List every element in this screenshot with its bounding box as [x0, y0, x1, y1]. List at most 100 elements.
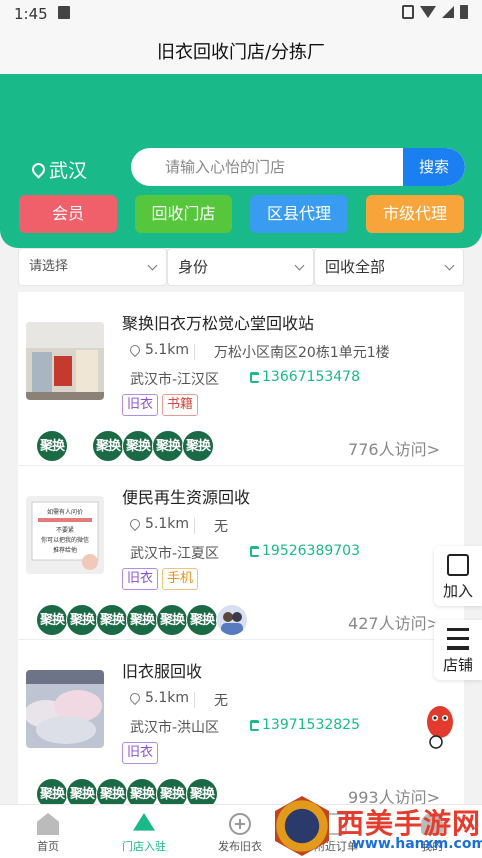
member-badge: 聚换	[152, 430, 184, 462]
store-region: 武汉市-江夏区	[130, 546, 220, 562]
wifi-icon	[420, 6, 436, 18]
store-name: 旧衣服回收	[122, 662, 203, 681]
tag: 旧衣	[122, 742, 159, 764]
mascot-icon[interactable]	[420, 700, 460, 750]
store-phone[interactable]: 19526389703	[250, 543, 360, 559]
status-bar: 1:45	[0, 0, 482, 28]
member-badge: 聚换	[186, 778, 218, 804]
phone-number: 13971532825	[262, 717, 360, 733]
shop-float-button[interactable]: 店铺	[434, 620, 482, 680]
thumb-text: 推荐给他	[53, 546, 77, 554]
join-label: 加入	[442, 582, 473, 600]
phone-icon	[250, 545, 259, 557]
city-label: 武汉	[49, 160, 88, 182]
member-badge: 聚换	[156, 604, 188, 636]
join-float-button[interactable]: 加入	[434, 546, 482, 606]
location-pin-icon	[127, 516, 143, 532]
store-tags: 旧衣	[122, 742, 159, 764]
store-card[interactable]: 聚换旧衣万松觉心堂回收站 5.1km 万松小区南区20栋1单元1楼 武汉市-江汉…	[18, 292, 464, 466]
distance-value: 5.1km	[145, 342, 190, 358]
category-member-button[interactable]: 会员	[19, 195, 117, 233]
store-region: 武汉市-洪山区	[130, 720, 220, 736]
visit-count-link[interactable]: 776人访问>	[348, 436, 440, 460]
shop-label: 店铺	[442, 656, 473, 674]
filter-label: 请选择	[29, 259, 69, 274]
member-badge: 聚换	[122, 430, 154, 462]
thumb-text: 你可以把我的微信	[41, 536, 89, 544]
store-join-icon	[133, 813, 155, 831]
member-badge: 聚换	[126, 778, 158, 804]
site-watermark: 西美手游网 www.hanxm.com	[272, 796, 482, 858]
member-badge: 聚换	[186, 604, 218, 636]
store-card[interactable]: 旧衣服回收 5.1km 无 武汉市-洪山区 13971532825 旧衣 聚换 …	[18, 640, 464, 804]
status-time: 1:45	[14, 5, 48, 23]
signal-icon	[442, 6, 454, 18]
member-badges: 聚换 聚换 聚换 聚换 聚换 聚换	[36, 604, 248, 636]
visit-count-link[interactable]: 427人访问>	[348, 610, 440, 634]
member-badge: 聚换	[126, 604, 158, 636]
store-tags: 旧衣 书籍	[122, 394, 199, 416]
member-badge: 聚换	[66, 778, 98, 804]
city-selector[interactable]: 武汉	[29, 156, 88, 183]
location-pin-icon	[29, 160, 48, 179]
store-photo: 如需有人问价 不要紧 你可以把我的微信 推荐给他	[26, 496, 104, 574]
tab-home[interactable]: 首页	[0, 805, 96, 858]
store-name: 聚换旧衣万松觉心堂回收站	[122, 314, 315, 333]
store-card[interactable]: 如需有人问价 不要紧 你可以把我的微信 推荐给他 便民再生资源回收 5.1km …	[18, 466, 464, 640]
chevron-down-icon	[147, 260, 158, 271]
category-city-agent-button[interactable]: 市级代理	[366, 195, 464, 233]
tab-store-join[interactable]: 门店入驻	[96, 805, 192, 858]
tag: 手机	[162, 568, 199, 590]
store-distance: 5.1km	[127, 690, 189, 706]
member-badges: 聚换 聚换 聚换 聚换 聚换 聚换	[36, 778, 218, 804]
chevron-down-icon	[294, 260, 305, 271]
store-name: 便民再生资源回收	[122, 488, 251, 507]
tag: 旧衣	[122, 568, 159, 590]
divider	[194, 692, 195, 708]
location-pin-icon	[127, 342, 143, 358]
home-icon	[37, 813, 59, 835]
filter-bar: 请选择 身份 回收全部	[18, 248, 464, 286]
notification-a-icon	[58, 6, 70, 19]
location-pin-icon	[127, 690, 143, 706]
filter-label: 回收全部	[325, 258, 386, 276]
title-bar: 旧衣回收门店/分拣厂	[0, 28, 482, 74]
distance-value: 5.1km	[145, 516, 190, 532]
store-phone[interactable]: 13667153478	[250, 369, 360, 385]
thumb-text: 不要紧	[56, 526, 74, 534]
search-button[interactable]: 搜索	[403, 148, 465, 186]
list-icon	[447, 628, 469, 650]
thumb-text: 如需有人问价	[47, 508, 83, 516]
member-badge: 聚换	[66, 604, 98, 636]
store-phone[interactable]: 13971532825	[250, 717, 360, 733]
filter-recycle-type[interactable]: 回收全部	[314, 248, 464, 286]
tab-label: 发布旧衣	[218, 840, 262, 853]
member-badges: 聚换 聚换 聚换 聚换 聚换	[36, 430, 214, 462]
filter-label: 身份	[178, 258, 209, 276]
category-district-agent-button[interactable]: 区县代理	[250, 195, 348, 233]
status-icons	[402, 5, 468, 19]
member-badge: 聚换	[96, 778, 128, 804]
store-tags: 旧衣 手机	[122, 568, 199, 590]
store-address: 无	[214, 519, 228, 535]
member-badge: 聚换	[36, 778, 68, 804]
battery-icon	[460, 5, 468, 19]
member-badge: 聚换	[36, 604, 68, 636]
phone-icon	[250, 719, 259, 731]
store-distance: 5.1km	[127, 516, 190, 532]
member-badge: 聚换	[92, 430, 124, 462]
divider	[194, 518, 195, 534]
vibrate-icon	[402, 5, 414, 19]
tag: 书籍	[162, 394, 199, 416]
category-store-button[interactable]: 回收门店	[135, 195, 232, 233]
filter-identity[interactable]: 身份	[167, 248, 314, 286]
store-address: 无	[214, 693, 228, 709]
search-input[interactable]	[131, 148, 403, 186]
store-list: 聚换旧衣万松觉心堂回收站 5.1km 万松小区南区20栋1单元1楼 武汉市-江汉…	[18, 292, 464, 804]
phone-icon	[250, 371, 259, 383]
member-badge: 聚换	[156, 778, 188, 804]
tab-label: 首页	[37, 840, 59, 853]
filter-select-area[interactable]: 请选择	[18, 248, 167, 286]
store-region: 武汉市-江汉区	[130, 372, 220, 388]
watermark-url: www.hanxm.com	[352, 836, 482, 852]
